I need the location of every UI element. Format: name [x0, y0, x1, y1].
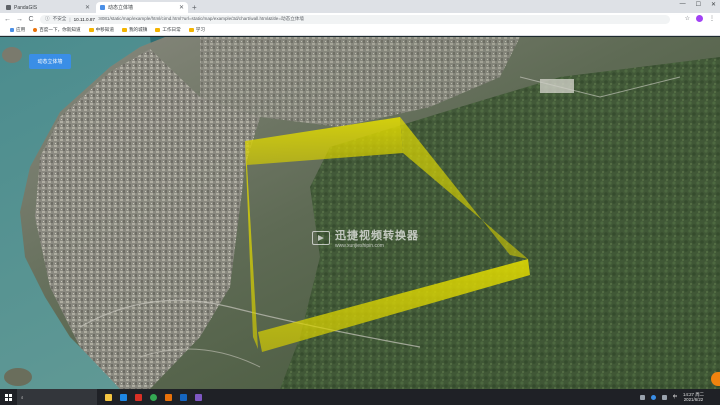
maximize-button[interactable]: ☐ [696, 1, 701, 8]
bookmark-folder-3[interactable]: 工作日常 [155, 27, 181, 33]
folder-icon [188, 28, 194, 32]
window-controls: — ☐ ✕ [680, 1, 716, 8]
menu-icon[interactable]: ⋮ [709, 15, 715, 22]
input-language[interactable]: 中 [673, 394, 677, 400]
apps-icon [10, 28, 14, 32]
start-button[interactable] [0, 389, 16, 405]
volume-icon[interactable] [661, 394, 667, 400]
back-button[interactable]: ← [4, 16, 11, 23]
divider: | [69, 16, 71, 22]
browser-toolbar: ← → C ⓘ 不安全 | 10.11.0.87:8081/static/map… [0, 13, 720, 25]
app-red-icon[interactable] [133, 391, 144, 403]
network-icon[interactable] [650, 394, 656, 400]
bookmark-label: 中移知道 [95, 27, 114, 32]
url-path: :8081/static/map/example/html/cimd.html?… [97, 16, 305, 21]
star-icon[interactable]: ☆ [685, 15, 690, 22]
minimize-button[interactable]: — [680, 1, 686, 8]
globe-icon [100, 5, 105, 10]
taskbar: ⌕ 中 14:27 周二 2021/6/22 [0, 389, 720, 405]
folder-icon [155, 28, 161, 32]
windows-icon [4, 393, 12, 401]
avatar[interactable] [696, 15, 703, 22]
baidu-icon [33, 28, 38, 32]
tab-title: 动态立体墙 [108, 5, 134, 11]
watermark-url: www.xunjieshipin.com [335, 243, 384, 249]
taskbar-search[interactable]: ⌕ [17, 389, 97, 405]
new-tab-button[interactable]: + [192, 2, 197, 13]
folder-icon [121, 28, 127, 32]
system-clock[interactable]: 14:27 周二 2021/6/22 [683, 392, 704, 402]
url-host: 10.11.0.87 [73, 16, 95, 22]
bookmark-baidu[interactable]: 百度一下，你就知道 [33, 27, 81, 33]
bookmark-folder-2[interactable]: 我的城镇 [121, 27, 148, 33]
system-tray: 中 14:27 周二 2021/6/22 [639, 389, 704, 405]
app-orange-icon[interactable] [163, 391, 174, 403]
page-favicon-icon [6, 5, 11, 10]
bookmark-apps[interactable]: 应用 [4, 27, 25, 33]
address-bar[interactable]: ⓘ 不安全 | 10.11.0.87:8081/static/map/examp… [40, 14, 670, 24]
toolbar-right: ☆ ⋮ [685, 15, 715, 22]
tab-dynamic-wall[interactable]: 动态立体墙 ✕ [96, 2, 188, 13]
tray-icon[interactable] [639, 394, 645, 400]
security-label: 不安全 [52, 16, 67, 21]
tab-pandagis[interactable]: PandaGIS ✕ [2, 2, 94, 13]
island [4, 368, 32, 386]
video-play-icon [312, 231, 330, 245]
app-purple-icon[interactable] [193, 391, 204, 403]
station-building [540, 79, 574, 93]
close-tab-icon[interactable]: ✕ [85, 4, 90, 11]
bookmark-label: 应用 [16, 27, 26, 32]
forward-button[interactable]: → [16, 16, 23, 23]
close-tab-icon[interactable]: ✕ [179, 4, 184, 11]
bookmark-label: 学习 [195, 27, 205, 32]
bookmark-label: 我的城镇 [128, 27, 148, 32]
bookmarks-bar: 应用 百度一下，你就知道 中移知道 我的城镇 工作日常 学习 [0, 25, 720, 36]
taskbar-apps [103, 391, 204, 403]
watermark: 迅捷视频转换器 www.xunjieshipin.com [312, 227, 419, 249]
notification-bubble[interactable] [711, 372, 720, 386]
chrome-icon[interactable] [148, 391, 159, 403]
search-icon: ⌕ [21, 394, 24, 400]
file-explorer-icon[interactable] [103, 391, 114, 403]
watermark-text: 迅捷视频转换器 www.xunjieshipin.com [335, 227, 419, 249]
tab-strip: PandaGIS ✕ 动态立体墙 ✕ + — ☐ ✕ [0, 0, 720, 13]
app-blue-icon[interactable] [178, 391, 189, 403]
satellite-terrain[interactable] [0, 37, 720, 389]
edge-icon[interactable] [118, 391, 129, 403]
close-window-button[interactable]: ✕ [711, 1, 716, 8]
dynamic-wall-button[interactable]: 动态立体墙 [29, 54, 71, 69]
folder-icon [88, 28, 94, 32]
tab-title: PandaGIS [14, 4, 38, 11]
bookmark-label: 工作日常 [162, 27, 181, 32]
watermark-title: 迅捷视频转换器 [335, 230, 419, 242]
bookmark-folder-1[interactable]: 中移知道 [88, 27, 114, 33]
island [2, 47, 22, 63]
info-icon[interactable]: ⓘ [45, 16, 50, 22]
reload-button[interactable]: C [28, 16, 34, 23]
bookmark-label: 百度一下，你就知道 [39, 27, 81, 32]
bookmark-folder-4[interactable]: 学习 [188, 27, 205, 33]
clock-date: 2021/6/22 [683, 397, 704, 402]
map-viewport[interactable]: 动态立体墙 迅捷视频转换器 www.xunjieshipin.com [0, 37, 720, 389]
